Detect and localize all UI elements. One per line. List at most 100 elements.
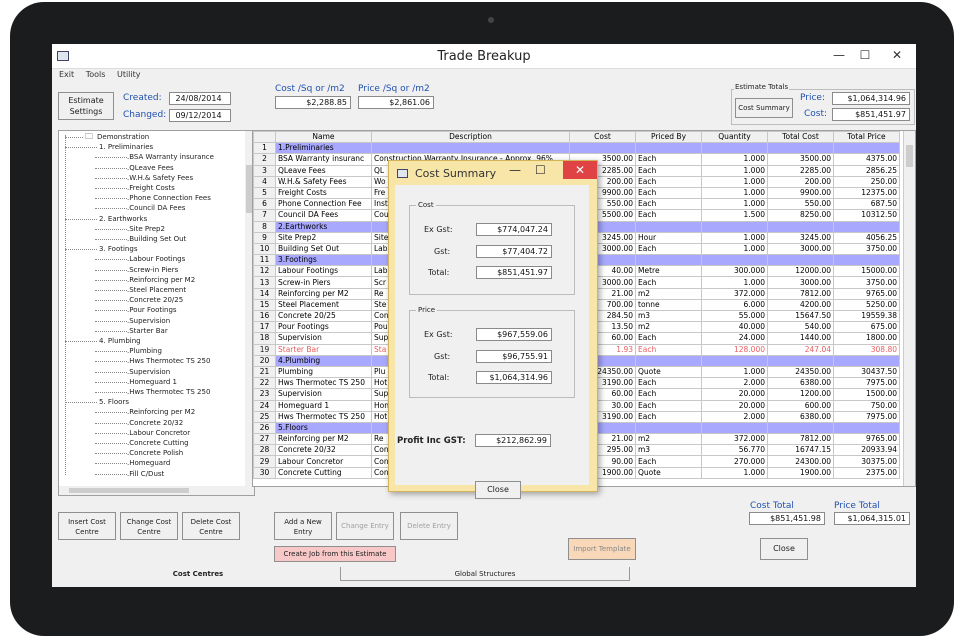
grid-header-cell[interactable]: Total Cost bbox=[767, 131, 834, 144]
total-cost-cell[interactable]: 1200.00 bbox=[767, 388, 834, 401]
name-cell[interactable]: Screw-in Piers bbox=[275, 276, 372, 289]
tree-item[interactable]: .BSA Warranty insurance bbox=[127, 152, 214, 162]
price-ex-gst-field[interactable]: $967,559.06 bbox=[476, 328, 552, 341]
change-entry-button[interactable]: Change Entry bbox=[336, 512, 394, 540]
tree-item[interactable]: .Pour Footings bbox=[127, 305, 177, 315]
quantity-cell[interactable]: 20.000 bbox=[701, 399, 768, 412]
dialog-minimize-button[interactable]: — bbox=[509, 163, 521, 177]
priced-by-cell[interactable] bbox=[635, 142, 702, 155]
name-cell[interactable]: Homeguard 1 bbox=[275, 399, 372, 412]
total-cost-cell[interactable] bbox=[767, 254, 834, 267]
estimate-price-field[interactable]: $1,064,314.96 bbox=[832, 92, 910, 105]
priced-by-cell[interactable]: Each bbox=[635, 175, 702, 188]
total-cost-cell[interactable]: 9900.00 bbox=[767, 186, 834, 200]
total-cost-cell[interactable]: 2285.00 bbox=[767, 164, 834, 177]
quantity-cell[interactable]: 1.000 bbox=[701, 186, 768, 200]
name-cell[interactable]: Site Prep2 bbox=[275, 231, 372, 244]
priced-by-cell[interactable]: Each bbox=[635, 186, 702, 200]
priced-by-cell[interactable]: Quote bbox=[635, 365, 702, 379]
total-price-cell[interactable] bbox=[833, 354, 900, 367]
tree-item[interactable]: .W.H.& Safety Fees bbox=[127, 173, 193, 183]
total-cost-cell[interactable]: 3245.00 bbox=[767, 231, 834, 244]
dialog-close-x-button[interactable]: ✕ bbox=[563, 161, 597, 179]
total-cost-cell[interactable]: 200.00 bbox=[767, 175, 834, 188]
tree-item[interactable]: .Screw-in Piers bbox=[127, 265, 178, 275]
priced-by-cell[interactable]: Hour bbox=[635, 231, 702, 244]
name-cell[interactable]: Reinforcing per M2 bbox=[275, 287, 372, 300]
tree-item[interactable]: .QLeave Fees bbox=[127, 163, 174, 173]
quantity-cell[interactable]: 1.000 bbox=[701, 276, 768, 289]
add-entry-button[interactable]: Add a New Entry bbox=[274, 512, 332, 540]
total-price-cell[interactable]: 20933.94 bbox=[833, 444, 900, 457]
total-price-cell[interactable]: 250.00 bbox=[833, 175, 900, 188]
total-price-cell[interactable]: 9765.00 bbox=[833, 433, 900, 446]
cost-gst-field[interactable]: $77,404.72 bbox=[476, 245, 552, 258]
grid-header-cell[interactable]: Name bbox=[275, 131, 372, 144]
quantity-cell[interactable]: 1.000 bbox=[701, 164, 768, 177]
price-total-field[interactable]: $1,064,314.96 bbox=[476, 371, 552, 384]
quantity-cell[interactable]: 1.000 bbox=[701, 198, 768, 211]
priced-by-cell[interactable]: Each bbox=[635, 388, 702, 401]
total-price-cell[interactable]: 10312.50 bbox=[833, 209, 900, 222]
name-cell[interactable]: Building Set Out bbox=[275, 242, 372, 256]
tree-item[interactable]: .Homeguard bbox=[127, 458, 170, 468]
name-cell[interactable]: Freight Costs bbox=[275, 186, 372, 200]
grid-header-cell[interactable]: Total Price bbox=[833, 131, 900, 144]
total-cost-cell[interactable]: 1440.00 bbox=[767, 332, 834, 345]
priced-by-cell[interactable]: m2 bbox=[635, 321, 702, 334]
quantity-cell[interactable]: 1.000 bbox=[701, 466, 768, 479]
total-cost-cell[interactable]: 3000.00 bbox=[767, 242, 834, 256]
quantity-cell[interactable]: 1.000 bbox=[701, 242, 768, 256]
quantity-cell[interactable]: 56.770 bbox=[701, 444, 768, 457]
quantity-cell[interactable]: 1.000 bbox=[701, 175, 768, 188]
create-job-button[interactable]: Create Job from this Estimate bbox=[274, 546, 396, 562]
close-window-button[interactable]: ✕ bbox=[886, 46, 908, 64]
cost-total-bottom-field[interactable]: $851,451.98 bbox=[749, 512, 825, 525]
priced-by-cell[interactable] bbox=[635, 220, 702, 233]
total-price-cell[interactable] bbox=[833, 421, 900, 435]
total-cost-cell[interactable]: 8250.00 bbox=[767, 209, 834, 222]
tree-item[interactable]: .Concrete 20/25 bbox=[127, 295, 183, 305]
quantity-cell[interactable]: 372.000 bbox=[701, 287, 768, 300]
total-cost-cell[interactable]: 3000.00 bbox=[767, 276, 834, 289]
grid-header-cell[interactable]: Cost bbox=[569, 131, 636, 144]
priced-by-cell[interactable]: Each bbox=[635, 332, 702, 345]
tree-item[interactable]: .Reinforcing per M2 bbox=[127, 407, 195, 417]
tree-item[interactable]: .Concrete Polish bbox=[127, 448, 183, 458]
quantity-cell[interactable]: 2.000 bbox=[701, 410, 768, 423]
total-cost-cell[interactable]: 7812.00 bbox=[767, 433, 834, 446]
name-cell[interactable]: Concrete 20/32 bbox=[275, 444, 372, 457]
quantity-cell[interactable]: 24.000 bbox=[701, 332, 768, 345]
tree-hscroll[interactable] bbox=[59, 486, 245, 495]
quantity-cell[interactable] bbox=[701, 220, 768, 233]
name-cell[interactable]: QLeave Fees bbox=[275, 164, 372, 177]
priced-by-cell[interactable]: Each bbox=[635, 153, 702, 166]
priced-by-cell[interactable]: Each bbox=[635, 242, 702, 256]
price-gst-field[interactable]: $96,755.91 bbox=[476, 350, 552, 363]
dialog-close-button[interactable]: Close bbox=[475, 481, 521, 499]
price-per-sq-field[interactable]: $2,861.06 bbox=[358, 96, 434, 109]
name-cell[interactable]: 4.Plumbing bbox=[275, 354, 372, 367]
tree-item[interactable]: .Plumbing bbox=[127, 346, 162, 356]
priced-by-cell[interactable]: m2 bbox=[635, 433, 702, 446]
tree-group[interactable]: 2. Earthworks bbox=[99, 214, 147, 224]
tab-global-structures[interactable]: Global Structures bbox=[340, 567, 630, 581]
total-price-cell[interactable]: 15000.00 bbox=[833, 265, 900, 278]
quantity-cell[interactable]: 55.000 bbox=[701, 309, 768, 323]
total-price-cell[interactable]: 5250.00 bbox=[833, 298, 900, 312]
cost-centre-tree[interactable]: 🗀 Demonstration 1. Preliminaries .BSA Warra… bbox=[58, 130, 255, 496]
total-cost-cell[interactable] bbox=[767, 220, 834, 233]
maximize-button[interactable]: ☐ bbox=[854, 46, 876, 64]
grid-header-cell[interactable]: Description bbox=[371, 131, 570, 144]
total-price-cell[interactable]: 12375.00 bbox=[833, 186, 900, 200]
total-price-cell[interactable]: 3750.00 bbox=[833, 276, 900, 289]
delete-cost-centre-button[interactable]: Delete Cost Centre bbox=[182, 512, 240, 540]
total-price-cell[interactable]: 1500.00 bbox=[833, 388, 900, 401]
tree-group[interactable]: 1. Preliminaries bbox=[99, 142, 153, 152]
quantity-cell[interactable]: 1.000 bbox=[701, 365, 768, 379]
tree-item[interactable]: .Building Set Out bbox=[127, 234, 186, 244]
total-price-cell[interactable]: 30375.00 bbox=[833, 455, 900, 468]
profit-field[interactable]: $212,862.99 bbox=[475, 434, 551, 447]
created-field[interactable]: 24/08/2014 bbox=[169, 92, 231, 105]
priced-by-cell[interactable]: Metre bbox=[635, 265, 702, 278]
